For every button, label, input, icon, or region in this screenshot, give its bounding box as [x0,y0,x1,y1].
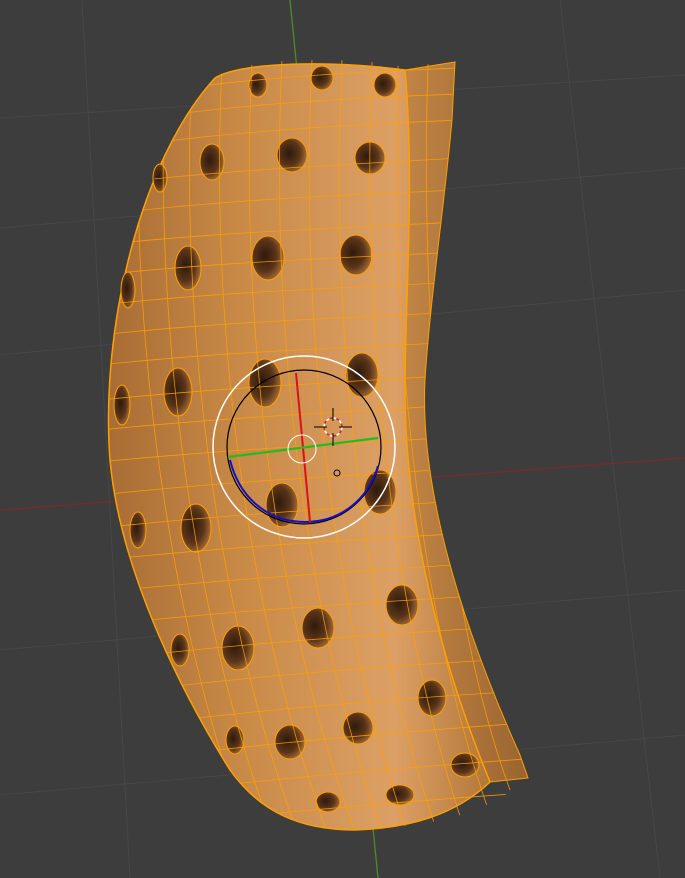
3d-viewport[interactable] [0,0,685,878]
mesh-object[interactable] [100,59,540,840]
viewport-scene[interactable] [0,0,685,878]
